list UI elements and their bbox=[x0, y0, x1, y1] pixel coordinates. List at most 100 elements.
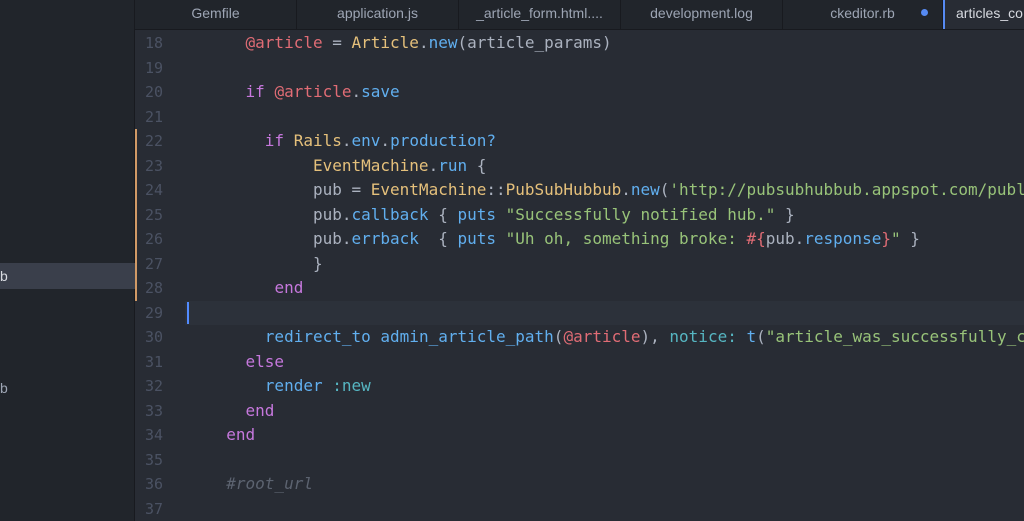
tab-article-form[interactable]: _article_form.html.... bbox=[459, 0, 621, 29]
line-number: 32 bbox=[145, 377, 164, 395]
line-number: 29 bbox=[145, 303, 164, 322]
code-token: errback bbox=[351, 229, 419, 248]
code-line[interactable]: end bbox=[207, 399, 1024, 424]
code-token: redirect_to bbox=[264, 327, 371, 346]
code-editor[interactable]: 18 19 20 21 22 23 24 25 26 27 28 29 30 31 32 33 34 35 36 37… bbox=[135, 29, 1024, 521]
code-token: pub = bbox=[312, 180, 371, 199]
code-token: new bbox=[428, 33, 458, 52]
code-token: ( bbox=[659, 180, 670, 199]
line-number: 19 bbox=[145, 58, 164, 77]
line-number: 27 bbox=[135, 251, 185, 276]
code-line[interactable] bbox=[207, 301, 1024, 326]
line-number: 30 bbox=[145, 328, 164, 346]
code-token: :new bbox=[332, 376, 371, 395]
tab-bar: Gemfile application.js _article_form.htm… bbox=[135, 0, 1024, 30]
code-token: . bbox=[418, 33, 429, 52]
tab-articles-controller[interactable]: articles_co bbox=[943, 0, 1024, 29]
code-line[interactable]: pub = EventMachine::PubSubHubbub.new('ht… bbox=[207, 178, 1024, 203]
code-token: end bbox=[245, 400, 275, 420]
code-token: } bbox=[881, 229, 891, 248]
tab-gemfile[interactable]: Gemfile bbox=[135, 0, 297, 29]
code-line[interactable] bbox=[207, 448, 1024, 473]
code-line[interactable]: EventMachine.run { bbox=[207, 154, 1024, 179]
code-token: @article bbox=[563, 327, 641, 346]
code-token: EventMachine bbox=[312, 155, 429, 175]
code-line[interactable] bbox=[207, 56, 1024, 81]
code-token: run bbox=[438, 155, 468, 175]
tab-application-js[interactable]: application.js bbox=[297, 0, 459, 29]
code-token: { bbox=[467, 155, 487, 175]
code-token: (article_params) bbox=[457, 33, 612, 52]
tab-ckeditor-rb[interactable]: ckeditor.rb bbox=[783, 0, 943, 29]
code-token: { bbox=[428, 204, 458, 224]
code-token: save bbox=[361, 82, 400, 101]
line-number: 21 bbox=[145, 107, 164, 126]
code-line[interactable]: render :new bbox=[207, 374, 1024, 399]
code-token: end bbox=[274, 278, 304, 297]
line-number: 34 bbox=[145, 426, 164, 444]
code-token: Article bbox=[351, 33, 419, 52]
code-line[interactable]: pub.errback { puts "Uh oh, something bro… bbox=[207, 227, 1024, 252]
code-token: . bbox=[351, 82, 362, 101]
code-token: #{ bbox=[746, 229, 766, 248]
code-token: production? bbox=[390, 131, 497, 150]
code-token: } bbox=[312, 253, 323, 273]
code-token: :: bbox=[486, 180, 506, 199]
code-line[interactable]: if Rails.env.production? bbox=[207, 129, 1024, 154]
line-number: 23 bbox=[135, 153, 185, 178]
code-line[interactable]: end bbox=[207, 423, 1024, 448]
code-line[interactable]: if @article.save bbox=[207, 80, 1024, 105]
tab-development-log[interactable]: development.log bbox=[621, 0, 783, 29]
sidebar-file-item-selected[interactable]: b bbox=[0, 263, 135, 289]
code-token: callback bbox=[351, 204, 429, 224]
code-token: ( bbox=[756, 327, 766, 346]
code-line[interactable]: pub.callback { puts "Successfully notifi… bbox=[207, 203, 1024, 228]
code-token: admin_article_path bbox=[380, 327, 554, 346]
code-line[interactable]: @article = Article.new(article_params) bbox=[207, 31, 1024, 56]
code-token: Rails bbox=[293, 131, 342, 150]
code-line[interactable]: #root_url bbox=[207, 472, 1024, 497]
line-number: 25 bbox=[135, 202, 185, 227]
code-token: notice: bbox=[669, 327, 737, 346]
line-number: 18 bbox=[145, 34, 164, 52]
line-number: 24 bbox=[135, 178, 185, 203]
code-line[interactable]: end bbox=[207, 276, 1024, 301]
sidebar-file-item[interactable]: b bbox=[0, 375, 135, 401]
code-token: } bbox=[900, 229, 920, 248]
modified-dot-icon bbox=[921, 9, 928, 16]
code-token: EventMachine bbox=[370, 180, 487, 199]
line-number: 31 bbox=[145, 352, 164, 371]
tab-label: ckeditor.rb bbox=[830, 5, 895, 21]
code-token: puts bbox=[457, 229, 496, 248]
code-token: puts bbox=[457, 204, 496, 224]
code-line[interactable] bbox=[207, 497, 1024, 521]
code-line[interactable]: else bbox=[207, 350, 1024, 375]
line-number: 28 bbox=[135, 276, 185, 301]
code-token: render bbox=[264, 376, 323, 395]
code-token: PubSubHubbub bbox=[505, 180, 622, 199]
tree-view-sidebar: b b bbox=[0, 0, 135, 521]
code-token: else bbox=[245, 351, 285, 371]
line-number: 35 bbox=[145, 450, 164, 469]
code-token: } bbox=[775, 204, 795, 224]
code-token: @article bbox=[245, 33, 323, 52]
code-token: "Successfully notified hub." bbox=[505, 204, 776, 224]
code-line[interactable]: redirect_to admin_article_path(@article)… bbox=[207, 325, 1024, 350]
line-number: 22 bbox=[135, 129, 185, 154]
code-token: . bbox=[621, 180, 631, 199]
code-line[interactable] bbox=[207, 105, 1024, 130]
code-token: " bbox=[890, 229, 901, 248]
code-line[interactable]: } bbox=[207, 252, 1024, 277]
